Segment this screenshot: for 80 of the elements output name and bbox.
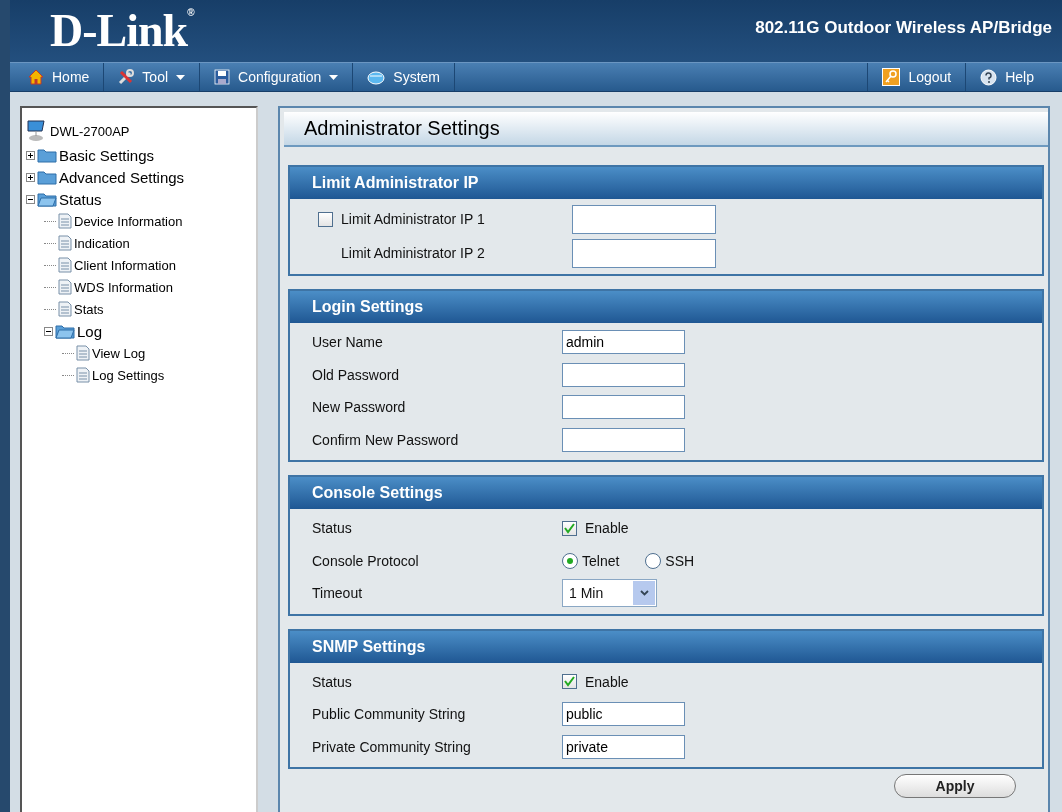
radio-label: SSH (665, 552, 695, 569)
tree-item[interactable]: Status (59, 190, 102, 208)
input-field[interactable]: public (562, 702, 685, 727)
field-label: Private Community String (312, 738, 472, 755)
field-label: Timeout (312, 585, 364, 602)
section-title: SNMP Settings (290, 630, 1042, 663)
folder-icon (55, 323, 75, 339)
field-label: Console Protocol (312, 552, 420, 569)
field-label: New Password (312, 399, 407, 416)
field-label: User Name (312, 334, 384, 351)
tree-item[interactable]: Basic Settings (59, 146, 155, 164)
input-field[interactable]: private (562, 734, 685, 759)
tools-icon (118, 69, 135, 85)
document-icon (76, 345, 90, 361)
computer-icon (26, 119, 48, 143)
checkbox[interactable] (318, 211, 333, 227)
document-icon (58, 257, 72, 273)
section-title: Limit Administrator IP (290, 167, 1042, 199)
help-icon (980, 68, 998, 86)
input-field[interactable] (562, 395, 685, 420)
menu-item[interactable]: System (353, 63, 455, 91)
section-title: Login Settings (290, 291, 1042, 323)
menu-item[interactable]: Tool (104, 63, 201, 91)
folder-icon (37, 147, 57, 163)
document-icon (58, 279, 72, 295)
checkbox-label: Enable (585, 520, 629, 537)
tree-item[interactable]: Log (77, 322, 103, 340)
page-title: Administrator Settings (284, 112, 1048, 147)
tree-item[interactable]: WDS Information (74, 279, 173, 295)
tree-item[interactable]: Device Information (74, 213, 183, 229)
field-label: Public Community String (312, 706, 467, 723)
menu-item[interactable]: Help (966, 63, 1062, 91)
document-icon (58, 213, 72, 229)
logo: D-Link$^{®}$ (50, 8, 194, 54)
input-field[interactable] (572, 204, 716, 234)
field-label: Status (312, 520, 353, 537)
folder-icon (37, 169, 57, 185)
field-label: Limit Administrator IP 1 (341, 211, 485, 227)
tree-item[interactable]: Advanced Settings (59, 168, 185, 186)
caret-icon (329, 74, 339, 80)
section-title: Console Settings (290, 477, 1042, 509)
input-field[interactable] (562, 427, 685, 452)
collapse-toggle[interactable] (26, 194, 35, 204)
field-label: Old Password (312, 366, 401, 383)
tree-item[interactable]: Log Settings (92, 367, 165, 383)
input-field[interactable] (572, 238, 716, 268)
menu-item[interactable]: Logout (868, 63, 967, 91)
product-title: 802.11G Outdoor Wireless AP/Bridge (755, 18, 1052, 38)
input-field[interactable]: admin (562, 330, 685, 355)
expand-toggle[interactable] (26, 150, 35, 160)
menu-item[interactable]: Home (10, 63, 105, 91)
checkbox-label: Enable (585, 673, 629, 690)
field-label: Limit Administrator IP 2 (341, 245, 485, 261)
tree-item[interactable]: DWL-2700AP (50, 123, 130, 139)
chevron-down-icon (639, 590, 649, 597)
radio-button[interactable] (645, 552, 662, 569)
tree-item[interactable]: Indication (74, 235, 130, 251)
checkbox[interactable] (562, 674, 577, 690)
apply-button[interactable]: Apply (894, 774, 1016, 798)
radio-label: Telnet (582, 552, 620, 569)
checkbox[interactable] (562, 520, 577, 536)
menu-item[interactable]: Configuration (200, 63, 354, 91)
input-field[interactable] (562, 362, 685, 387)
caret-icon (176, 74, 186, 80)
document-icon (76, 367, 90, 383)
radio-button[interactable] (562, 552, 578, 569)
key-icon (882, 68, 901, 86)
document-icon (58, 235, 72, 251)
tree-item[interactable]: Client Information (74, 257, 176, 273)
document-icon (58, 301, 72, 317)
folder-icon (37, 191, 57, 207)
house-icon (28, 69, 44, 85)
tree-item[interactable]: Stats (74, 301, 104, 317)
field-label: Confirm New Password (312, 431, 460, 448)
collapse-toggle[interactable] (44, 326, 53, 336)
field-label: Status (312, 673, 353, 690)
expand-toggle[interactable] (26, 172, 35, 182)
tree-item[interactable]: View Log (92, 345, 146, 361)
globe-icon (367, 69, 386, 85)
dropdown[interactable]: 1 Min (562, 579, 657, 608)
